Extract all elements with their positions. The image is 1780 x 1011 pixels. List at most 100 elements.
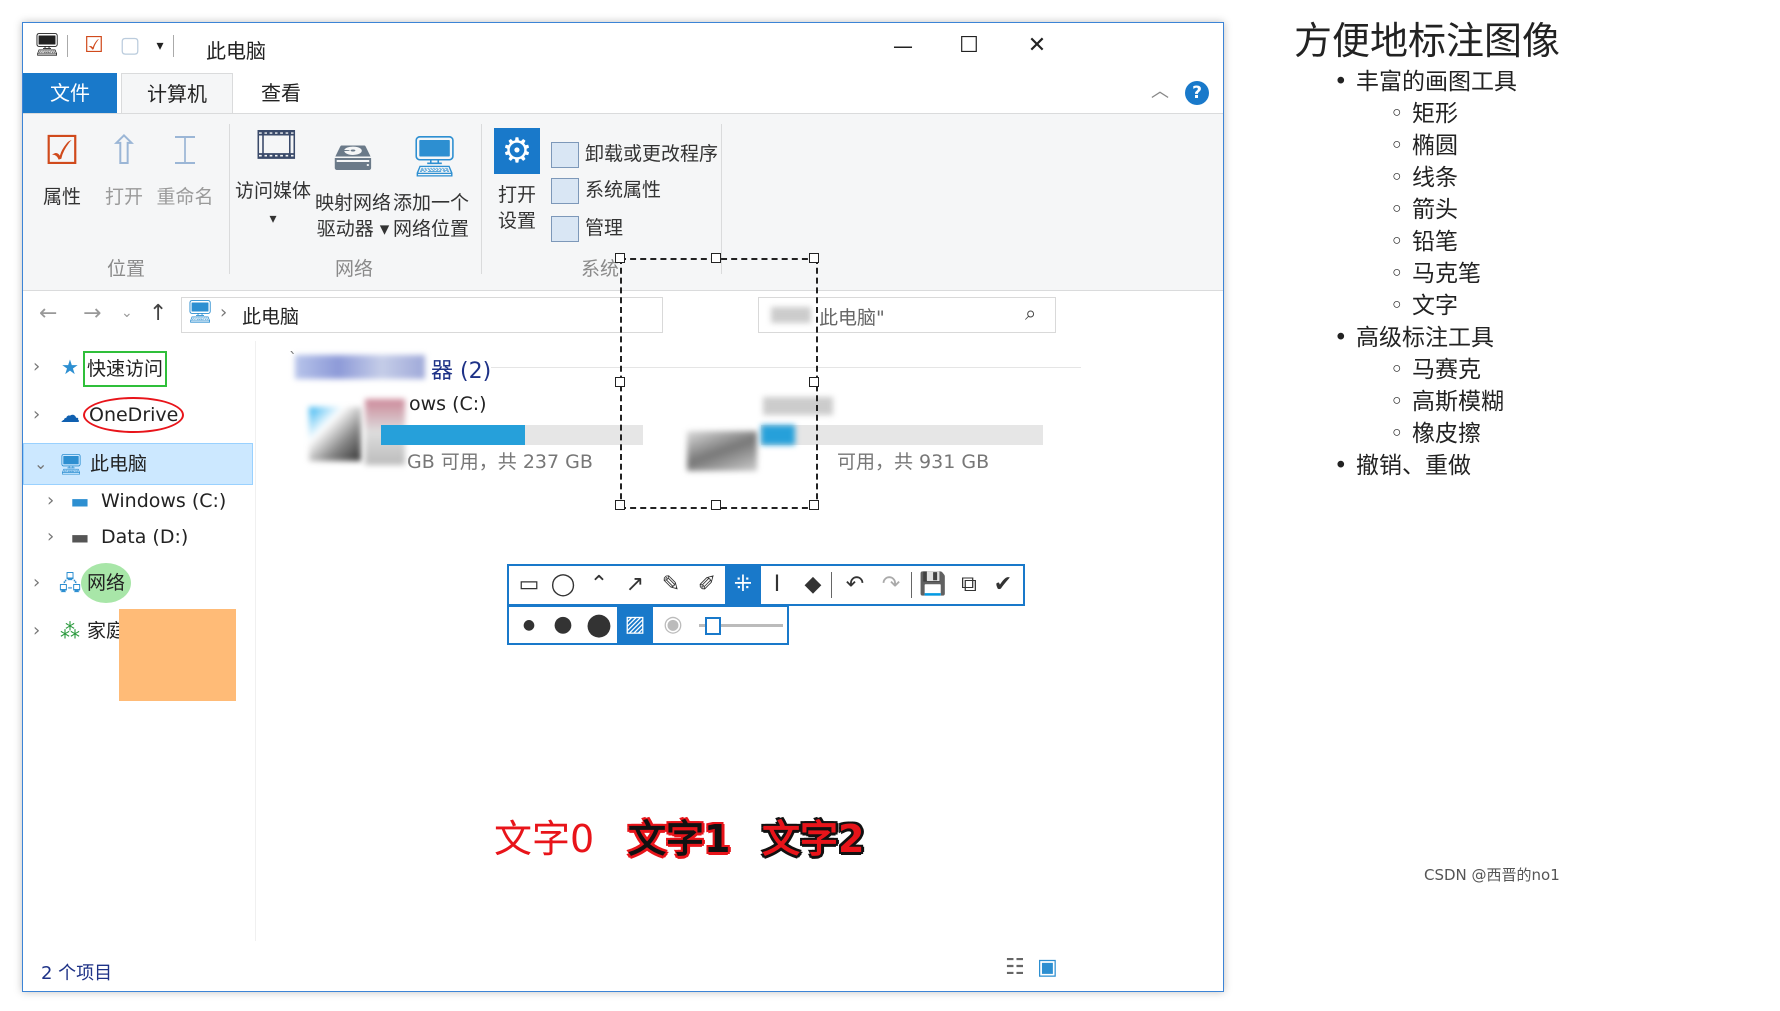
open-settings-button[interactable]: ⚙ 打开 设置: [489, 128, 545, 234]
network-location-icon: 🖥: [409, 134, 460, 180]
tab-view[interactable]: 查看: [241, 73, 321, 113]
system-properties-button[interactable]: 系统属性: [551, 174, 661, 206]
tab-file[interactable]: 文件: [23, 73, 117, 113]
open-settings-label-1: 打开: [497, 184, 536, 206]
feature-list: 丰富的画图工具 矩形 椭圆 线条 箭头 铅笔 马克笔 文字 高级标注工具 马赛克…: [1334, 66, 1517, 482]
up-arrow-icon[interactable]: ↑: [149, 301, 167, 326]
resize-handle[interactable]: [615, 377, 625, 387]
size-small-icon[interactable]: ●: [511, 607, 547, 643]
eraser-tool-icon[interactable]: ◆: [795, 566, 831, 604]
orange-filled-rectangle: [119, 609, 236, 701]
nav-item-this-pc[interactable]: ⌄ 🖥 此电脑: [23, 443, 253, 485]
drive-icon: ▬: [70, 525, 90, 549]
text-tool-icon[interactable]: I: [759, 566, 795, 604]
nav-item-network[interactable]: › 🖧 网络: [23, 563, 281, 603]
computer-icon: 🖥: [58, 452, 84, 476]
resize-handle[interactable]: [809, 253, 819, 263]
nav-label-quick-access: 快速访问: [83, 351, 168, 387]
chevron-down-icon[interactable]: ▾: [147, 33, 173, 59]
manage-button[interactable]: 管理: [551, 212, 623, 244]
resize-handle[interactable]: [809, 500, 819, 510]
chevron-right-icon: ›: [33, 404, 41, 425]
mosaic-pattern-icon[interactable]: ▨: [617, 607, 653, 643]
back-arrow-icon[interactable]: ←: [39, 301, 57, 326]
chevron-down-icon[interactable]: ⌄: [121, 305, 133, 321]
forward-arrow-icon[interactable]: →: [83, 301, 101, 326]
system-properties-label: 系统属性: [585, 179, 662, 201]
divider: [173, 35, 174, 57]
resize-handle[interactable]: [711, 253, 721, 263]
gear-icon: ⚙: [494, 128, 540, 174]
nav-item-quick-access[interactable]: › ★ 快速访问: [23, 347, 281, 387]
confirm-check-icon[interactable]: ✔: [985, 566, 1021, 604]
programs-icon: [551, 141, 579, 168]
nav-item-data-d[interactable]: › ▬ Data (D:): [23, 517, 281, 557]
map-drive-button[interactable]: 🖴 映射网络 驱动器 ▾: [315, 132, 391, 242]
manage-icon: [551, 215, 579, 242]
resize-handle[interactable]: [615, 253, 625, 263]
add-network-location-button[interactable]: 🖥 添加一个 网络位置: [393, 132, 469, 242]
computer-icon: 🖥: [33, 33, 61, 58]
copy-icon[interactable]: ⧉: [951, 566, 987, 604]
nav-label-windows-c: Windows (C:): [101, 490, 227, 512]
close-button[interactable]: ✕: [1007, 29, 1067, 63]
redo-icon[interactable]: ↷: [873, 566, 909, 604]
uninstall-program-button[interactable]: 卸载或更改程序: [551, 138, 718, 170]
rectangle-tool-icon[interactable]: ▭: [511, 566, 547, 604]
resize-handle[interactable]: [711, 500, 721, 510]
group-divider: [229, 124, 230, 274]
feature-item: 线条: [1334, 162, 1517, 194]
feature-title: 方便地标注图像: [1294, 19, 1561, 63]
search-icon[interactable]: ⌕: [1025, 301, 1036, 325]
maximize-button[interactable]: ☐: [939, 29, 999, 63]
resize-handle[interactable]: [809, 377, 819, 387]
blur-pattern-icon[interactable]: ◉: [655, 607, 691, 643]
pencil-tool-icon[interactable]: ✎: [653, 566, 689, 604]
navigation-pane: › ★ 快速访问 › ☁ OneDrive ⌄ 🖥 此电脑 › ▬ Window…: [23, 341, 281, 941]
open-label: 打开: [104, 186, 143, 208]
details-view-icon[interactable]: ☷: [1005, 955, 1025, 980]
mosaic-drive-icon: [309, 407, 361, 461]
map-drive-label-2: 驱动器 ▾: [316, 218, 390, 240]
strength-slider-handle[interactable]: [705, 617, 721, 635]
save-icon[interactable]: 💾: [915, 566, 951, 604]
mosaic-tool-icon[interactable]: ⁜: [725, 566, 761, 604]
annotation-text-2[interactable]: 文字2: [762, 808, 864, 863]
help-icon[interactable]: ?: [1185, 81, 1209, 105]
rename-button[interactable]: ⌶ 重命名: [153, 126, 217, 210]
media-player-icon: 🎞: [251, 122, 302, 168]
annotation-text-0[interactable]: 文字0: [494, 808, 594, 863]
open-button[interactable]: ⇧ 打开: [97, 126, 151, 210]
tab-computer[interactable]: 计算机: [121, 73, 233, 114]
access-media-button[interactable]: 🎞 访问媒体 ▾: [235, 120, 311, 232]
large-icons-view-icon[interactable]: ▣: [1037, 955, 1058, 980]
marker-tool-icon[interactable]: ✐: [689, 566, 725, 604]
selection-rectangle[interactable]: [620, 258, 818, 509]
new-folder-icon[interactable]: ▢: [117, 33, 143, 59]
nav-item-onedrive[interactable]: › ☁ OneDrive: [23, 395, 281, 435]
size-large-icon[interactable]: ●: [581, 607, 617, 643]
minimize-button[interactable]: —: [873, 29, 933, 63]
properties-check-icon[interactable]: ☑: [81, 33, 107, 59]
ellipse-tool-icon[interactable]: ◯: [545, 566, 581, 604]
annotation-text-1[interactable]: 文字1: [628, 808, 730, 863]
network-drive-icon: 🖴: [332, 134, 374, 180]
title-bar: 🖥 ☑ ▢ ▾ 此电脑 — ☐ ✕: [23, 23, 1223, 69]
drive-icon: ▬: [70, 489, 90, 513]
drive-c-name: ows (C:): [409, 393, 487, 415]
network-icon: 🖧: [58, 571, 82, 595]
arrow-tool-icon[interactable]: ↗: [617, 566, 653, 604]
chevron-up-icon[interactable]: ︿: [1151, 77, 1169, 103]
mosaic-region: [295, 355, 425, 379]
address-bar[interactable]: 🖥 › 此电脑: [181, 297, 663, 333]
add-network-label-1: 添加一个: [393, 192, 470, 214]
nav-item-windows-c[interactable]: › ▬ Windows (C:): [23, 481, 281, 521]
line-tool-icon[interactable]: ⌃: [581, 566, 617, 604]
properties-button[interactable]: ☑ 属性: [35, 126, 89, 210]
size-medium-icon[interactable]: ●: [545, 607, 581, 643]
nav-label-this-pc: 此电脑: [90, 453, 148, 475]
computer-icon: 🖥: [186, 300, 214, 325]
undo-icon[interactable]: ↶: [837, 566, 873, 604]
resize-handle[interactable]: [615, 500, 625, 510]
item-count: 2 个项目: [41, 963, 113, 984]
